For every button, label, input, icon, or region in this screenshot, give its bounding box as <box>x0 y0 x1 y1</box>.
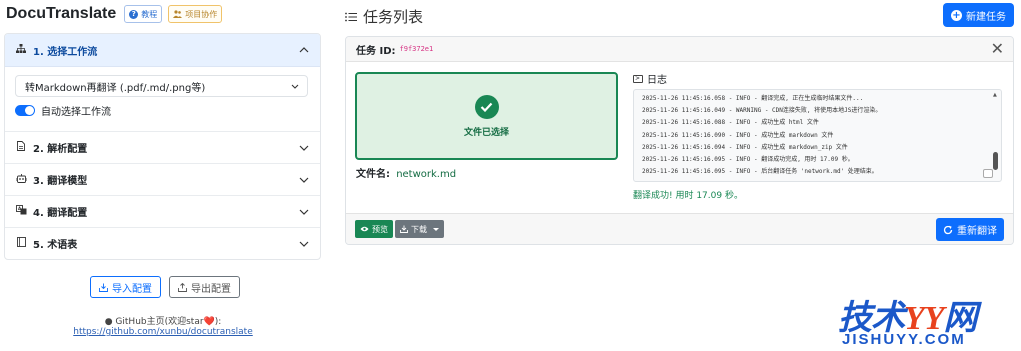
eye-icon <box>360 226 369 232</box>
watermark-url: JISHUYY.COM <box>842 331 966 348</box>
section-parse-label: 2. 解析配置 <box>33 144 88 155</box>
section-model-header[interactable]: 3. 翻译模型 <box>5 163 320 195</box>
workflow-select-value: 转Markdown再翻译 (.pdf/.md/.png等) <box>25 82 206 94</box>
section-translate-config-header[interactable]: A 4. 翻译配置 <box>5 195 320 227</box>
github-label: GitHub主页(欢迎star❤️): <box>115 317 222 327</box>
github-icon: ● <box>104 317 113 327</box>
section-workflow-header[interactable]: 1. 选择工作流 <box>5 34 320 66</box>
success-message: 翻译成功! 用时 17.09 秒。 <box>633 191 743 201</box>
export-icon <box>178 282 187 292</box>
close-icon[interactable]: ✕ <box>991 41 1004 57</box>
refresh-icon <box>943 225 953 234</box>
chevron-down-icon <box>298 238 310 250</box>
watermark-logo: 技术YY网 JISHUYY.COM <box>838 290 1018 350</box>
section-workflow-label: 1. 选择工作流 <box>33 46 98 58</box>
chevron-down-icon <box>291 81 299 92</box>
scroll-up-icon: ▲ <box>993 92 997 98</box>
preview-button[interactable]: 预览 <box>355 220 393 238</box>
log-scroll-thumb[interactable] <box>993 152 998 170</box>
task-list-title: 任务列表 <box>363 8 424 26</box>
file-icon <box>15 141 27 154</box>
task-card-footer: 预览 下载 重新翻译 <box>346 213 1013 244</box>
export-config-label: 导出配置 <box>191 283 231 295</box>
github-caption: ● GitHub主页(欢迎star❤️): <box>0 314 326 327</box>
file-status: 文件已选择 <box>463 127 509 138</box>
check-circle-icon <box>474 94 499 119</box>
import-icon <box>99 283 108 292</box>
import-config-label: 导入配置 <box>112 283 152 295</box>
log-line: 2025-11-26 11:45:16.095 - INFO - 后台翻译任务 … <box>642 168 878 176</box>
log-box[interactable]: 2025-11-26 11:45:16.058 - INFO - 翻译完成, 正… <box>633 89 1002 182</box>
robot-icon <box>15 173 27 186</box>
tutorial-button[interactable]: ? 教程 <box>124 5 163 23</box>
book-icon <box>15 237 27 250</box>
download-button[interactable]: 下载 <box>395 220 444 238</box>
collab-label: 项目协作 <box>185 9 218 19</box>
auto-workflow-label: 自动选择工作流 <box>41 107 111 118</box>
log-title: > 日志 <box>633 71 667 86</box>
chevron-down-icon <box>298 206 310 218</box>
collab-button[interactable]: 项目协作 <box>168 5 223 23</box>
log-line: 2025-11-26 11:45:16.090 - INFO - 成功生成 ma… <box>642 131 834 139</box>
log-line: 2025-11-26 11:45:16.058 - INFO - 翻译完成, 正… <box>642 95 864 102</box>
github-link[interactable]: https://github.com/xunbu/docutranslate <box>0 327 326 337</box>
auto-workflow-row: 自动选择工作流 <box>15 103 310 118</box>
log-line: 2025-11-26 11:45:16.094 - INFO - 成功生成 ma… <box>642 143 848 151</box>
plus-icon: + <box>951 9 962 21</box>
config-buttons: 导入配置 导出配置 <box>90 276 240 298</box>
settings-accordion: 1. 选择工作流 转Markdown再翻译 (.pdf/.md/.png等) 自… <box>4 33 321 260</box>
app-header: DocuTranslate ? 教程 项目协作 <box>6 3 223 25</box>
chevron-up-icon <box>298 44 310 56</box>
auto-workflow-toggle[interactable] <box>15 105 35 116</box>
file-name-label: 文件名: <box>356 169 390 180</box>
language-icon: A <box>15 205 27 218</box>
task-id-label: 任务 ID: <box>356 45 396 57</box>
section-parse-header[interactable]: 2. 解析配置 <box>5 131 320 163</box>
import-config-button[interactable]: 导入配置 <box>90 276 161 298</box>
workflow-select[interactable]: 转Markdown再翻译 (.pdf/.md/.png等) <box>15 75 308 97</box>
section-workflow-body: 转Markdown再翻译 (.pdf/.md/.png等) 自动选择工作流 <box>5 66 320 131</box>
retranslate-button[interactable]: 重新翻译 <box>936 218 1004 241</box>
left-panel: DocuTranslate ? 教程 项目协作 1. 选择工作流 转Markdo… <box>0 0 326 351</box>
chevron-down-icon <box>298 174 310 186</box>
preview-label: 预览 <box>372 224 388 234</box>
new-task-label: 新建任务 <box>966 11 1006 23</box>
section-glossary-label: 5. 术语表 <box>33 240 78 251</box>
section-model-label: 3. 翻译模型 <box>33 176 88 187</box>
terminal-icon: > <box>633 74 643 83</box>
resize-handle-icon[interactable] <box>983 169 993 178</box>
list-icon <box>345 12 357 21</box>
download-icon <box>400 225 408 233</box>
section-glossary-header[interactable]: 5. 术语表 <box>5 227 320 259</box>
log-title-label: 日志 <box>647 75 667 86</box>
retranslate-label: 重新翻译 <box>957 226 997 237</box>
file-name-value: network.md <box>396 169 457 180</box>
task-card: 任务 ID: f9f372e1 ✕ 文件已选择 文件名: network.md … <box>345 36 1014 245</box>
caret-down-icon <box>433 227 439 231</box>
download-label: 下载 <box>411 224 427 234</box>
sitemap-icon <box>15 44 27 56</box>
question-icon: ? <box>129 9 139 19</box>
log-line: 2025-11-26 11:45:16.095 - INFO - 翻译成功完成,… <box>642 155 854 163</box>
new-task-button[interactable]: + 新建任务 <box>943 3 1014 27</box>
users-icon <box>173 10 183 18</box>
file-drop-zone[interactable]: 文件已选择 <box>355 72 618 160</box>
chevron-down-icon <box>298 142 310 154</box>
log-line: 2025-11-26 11:45:16.049 - WARNING - CDN连… <box>642 107 882 115</box>
tutorial-label: 教程 <box>141 9 158 19</box>
task-card-header: 任务 ID: f9f372e1 <box>346 37 1013 62</box>
app-title: DocuTranslate <box>6 5 117 22</box>
log-scrollbar[interactable]: ▲ <box>993 92 998 177</box>
section-translate-config-label: 4. 翻译配置 <box>33 208 88 219</box>
log-line: 2025-11-26 11:45:16.088 - INFO - 成功生成 ht… <box>642 119 819 127</box>
task-id-value: f9f372e1 <box>399 45 434 53</box>
export-config-button[interactable]: 导出配置 <box>169 276 240 298</box>
file-name-row: 文件名: network.md <box>356 165 456 180</box>
task-list-header: 任务列表 <box>345 6 423 27</box>
